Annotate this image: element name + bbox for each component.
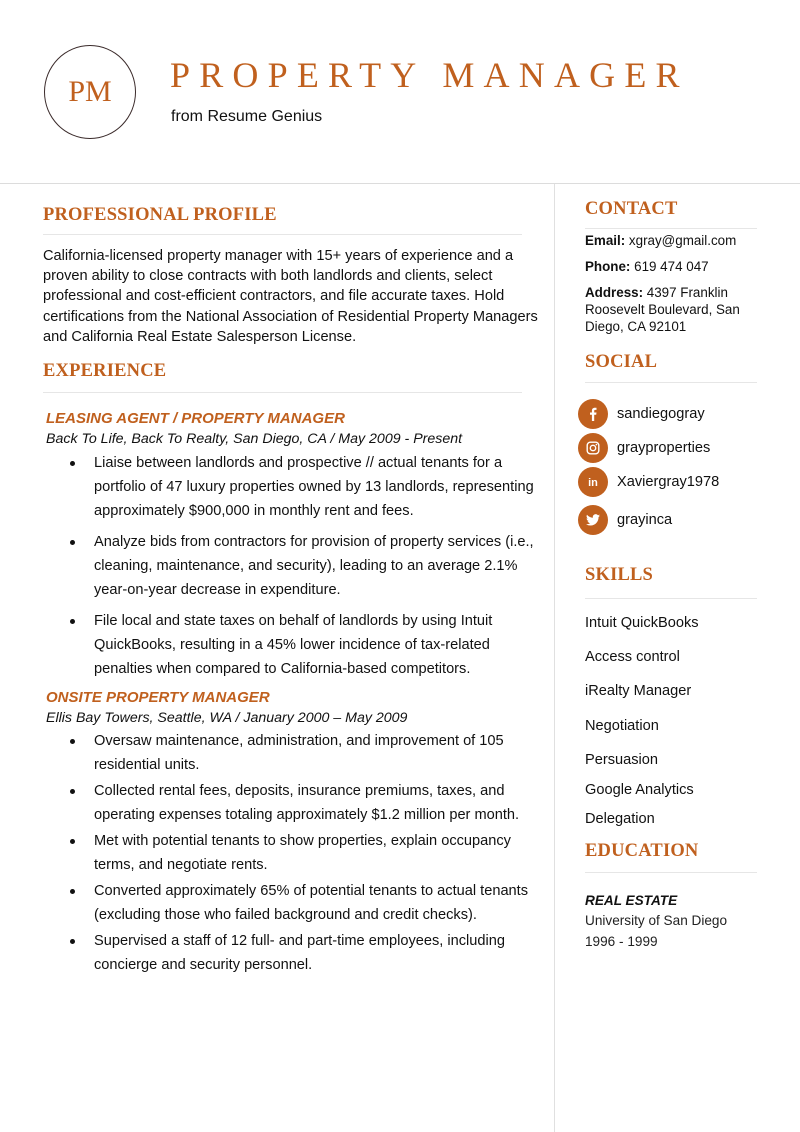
education-heading: EDUCATION <box>585 841 699 861</box>
social-handle: Xaviergray1978 <box>617 474 720 490</box>
social-heading: SOCIAL <box>585 352 658 372</box>
experience-rule <box>43 392 522 394</box>
email-label: Email: <box>585 233 626 248</box>
contact-heading: CONTACT <box>585 199 678 219</box>
social-item-linkedin[interactable]: in Xaviergray1978 <box>578 465 757 499</box>
social-item-instagram[interactable]: grayproperties <box>578 431 757 465</box>
job-bullet: Met with potential tenants to show prope… <box>43 829 548 877</box>
skill-item: Persuasion <box>585 752 659 768</box>
profile-section: PROFESSIONAL PROFILE California-licensed… <box>43 205 538 347</box>
skill-item: Google Analytics <box>585 782 694 798</box>
education-rule <box>585 872 757 873</box>
job-bullet: Analyze bids from contractors for provis… <box>43 530 543 602</box>
social-handle: grayproperties <box>617 440 711 456</box>
social-rule <box>585 382 757 383</box>
monogram-badge: PM <box>44 45 136 139</box>
social-item-facebook[interactable]: sandiegogray <box>578 397 757 431</box>
job-entry: LEASING AGENT / PROPERTY MANAGER Back To… <box>46 410 534 681</box>
contact-rule <box>585 228 757 229</box>
contact-section: CONTACT Email: xgray@gmail.com Phone: 61… <box>585 199 757 335</box>
resume-header: PM PROPERTY MANAGER from Resume Genius <box>0 0 800 184</box>
job-title: ONSITE PROPERTY MANAGER <box>46 689 270 707</box>
skill-item: Intuit QuickBooks <box>585 615 699 631</box>
social-handle: sandiegogray <box>617 406 705 422</box>
job-bullet: Converted approximately 65% of potential… <box>43 879 548 927</box>
main-column: PROFESSIONAL PROFILE California-licensed… <box>43 205 538 977</box>
skills-list: Intuit QuickBooks Access control iRealty… <box>585 599 757 829</box>
linkedin-icon: in <box>578 467 608 497</box>
social-section: SOCIAL sandiegogray grayproperties in Xa… <box>578 352 757 537</box>
education-years: 1996 - 1999 <box>585 934 658 949</box>
contact-phone: Phone: 619 474 047 <box>585 258 757 275</box>
social-handle: grayinca <box>617 512 673 528</box>
education-section: EDUCATION REAL ESTATE University of San … <box>585 841 757 952</box>
monogram-initials: PM <box>68 75 112 108</box>
skills-heading: SKILLS <box>585 565 654 585</box>
phone-label: Phone: <box>585 259 631 274</box>
phone-value[interactable]: 619 474 047 <box>634 259 708 274</box>
twitter-icon <box>578 505 608 535</box>
skill-item: Negotiation <box>585 718 659 734</box>
skills-section: SKILLS Intuit QuickBooks Access control … <box>585 565 757 829</box>
profile-text: California-licensed property manager wit… <box>43 248 538 345</box>
column-divider <box>554 184 555 1132</box>
side-column: CONTACT Email: xgray@gmail.com Phone: 61… <box>578 199 757 952</box>
contact-email: Email: xgray@gmail.com <box>585 232 757 249</box>
resume-title: PROPERTY MANAGER <box>170 55 689 95</box>
job-meta: Ellis Bay Towers, Seattle, WA / January … <box>46 710 408 727</box>
job-bullet: Collected rental fees, deposits, insuran… <box>43 779 548 827</box>
job-bullet: Liaise between landlords and prospective… <box>43 451 543 523</box>
education-degree: REAL ESTATE <box>585 893 678 908</box>
job-bullets: Oversaw maintenance, administration, and… <box>43 729 548 977</box>
svg-text:in: in <box>588 477 598 488</box>
experience-section: EXPERIENCE LEASING AGENT / PROPERTY MANA… <box>43 361 534 977</box>
social-item-twitter[interactable]: grayinca <box>578 503 757 537</box>
social-list: sandiegogray grayproperties in Xaviergra… <box>578 397 757 537</box>
contact-address: Address: 4397 Franklin Roosevelt Bouleva… <box>585 284 750 335</box>
job-bullet: Supervised a staff of 12 full- and part-… <box>43 929 548 977</box>
email-value[interactable]: xgray@gmail.com <box>629 233 736 248</box>
profile-rule <box>43 234 522 235</box>
education-school: University of San Diego <box>585 913 728 928</box>
experience-heading: EXPERIENCE <box>43 361 167 382</box>
skill-item: Delegation <box>585 811 655 827</box>
job-bullet: File local and state taxes on behalf of … <box>43 609 543 681</box>
resume-subtitle: from Resume Genius <box>171 108 323 125</box>
job-bullet: Oversaw maintenance, administration, and… <box>43 729 548 777</box>
instagram-icon <box>578 433 608 463</box>
facebook-icon <box>578 399 608 429</box>
skill-item: iRealty Manager <box>585 683 692 699</box>
job-meta: Back To Life, Back To Realty, San Diego,… <box>46 431 463 448</box>
address-label: Address: <box>585 285 644 300</box>
skill-item: Access control <box>585 649 680 665</box>
job-title: LEASING AGENT / PROPERTY MANAGER <box>46 410 345 428</box>
job-bullets: Liaise between landlords and prospective… <box>43 451 543 681</box>
profile-heading: PROFESSIONAL PROFILE <box>43 205 277 225</box>
job-entry: ONSITE PROPERTY MANAGER Ellis Bay Towers… <box>46 689 528 977</box>
